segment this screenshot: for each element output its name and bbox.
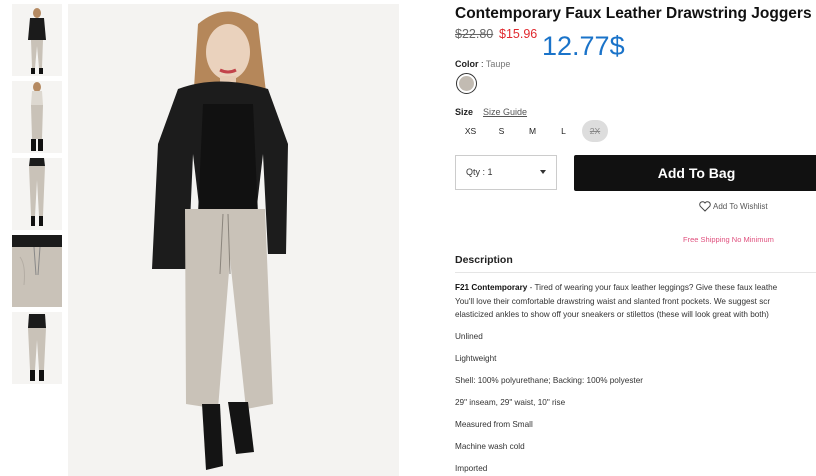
description-heading: Description: [455, 254, 513, 266]
main-product-image[interactable]: [68, 4, 399, 476]
sale-price: $15.96: [499, 27, 538, 41]
thumbnail-detail[interactable]: [12, 235, 62, 307]
quantity-select[interactable]: Qty : 1: [455, 155, 557, 190]
color-separator: :: [481, 59, 484, 69]
thumbnail-gallery: [12, 4, 62, 389]
price-overlay: 12.77$: [542, 31, 625, 61]
swatch-fill: [459, 76, 474, 91]
thumbnail-full[interactable]: [12, 312, 62, 384]
size-option-l[interactable]: L: [548, 120, 579, 142]
spec-item: Machine wash cold: [455, 442, 525, 451]
color-swatch-taupe[interactable]: [456, 73, 477, 94]
thumbnail-back[interactable]: [12, 158, 62, 230]
spec-item: Lightweight: [455, 354, 497, 363]
spec-item: 29" inseam, 29" waist, 10" rise: [455, 398, 566, 407]
description-line-2: You'll love their comfortable drawstring…: [455, 296, 771, 306]
size-label: Size: [455, 107, 474, 117]
add-to-wishlist-link[interactable]: Add To Wishlist: [699, 201, 768, 212]
color-label-text: Color: [455, 59, 479, 69]
divider: [455, 272, 816, 273]
size-option-xs[interactable]: XS: [455, 120, 486, 142]
free-shipping-note: Free Shipping No Minimum: [683, 235, 774, 244]
description-line-1-text: - Tired of wearing your faux leather leg…: [527, 283, 778, 292]
wishlist-label: Add To Wishlist: [713, 202, 768, 211]
spec-item: Imported: [455, 464, 488, 473]
thumbnail-front[interactable]: [12, 4, 62, 76]
spec-item: Unlined: [455, 332, 483, 341]
size-guide-link[interactable]: Size Guide: [483, 107, 527, 117]
description-brand: F21 Contemporary: [455, 283, 528, 292]
size-option-m[interactable]: M: [517, 120, 548, 142]
size-options: XS S M L 2X: [455, 120, 608, 142]
chevron-down-icon: [540, 170, 546, 174]
original-price: $22.80: [455, 27, 494, 41]
add-to-bag-button[interactable]: Add To Bag: [574, 155, 816, 191]
description-line-3: elasticized ankles to show off your snea…: [455, 310, 769, 319]
thumbnail-side[interactable]: [12, 81, 62, 153]
color-label: Color : Taupe: [455, 59, 510, 69]
spec-item: Shell: 100% polyurethane; Backing: 100% …: [455, 376, 643, 385]
heart-icon: [699, 201, 711, 212]
description-text: F21 Contemporary - Tired of wearing your…: [455, 281, 816, 322]
size-option-2x[interactable]: 2X: [582, 120, 608, 142]
size-option-s[interactable]: S: [486, 120, 517, 142]
spec-item: Measured from Small: [455, 420, 533, 429]
color-value: Taupe: [485, 59, 511, 69]
product-title: Contemporary Faux Leather Drawstring Jog…: [455, 5, 812, 22]
description-line-1: F21 Contemporary - Tired of wearing your…: [455, 281, 816, 295]
quantity-label: Qty : 1: [466, 167, 493, 177]
